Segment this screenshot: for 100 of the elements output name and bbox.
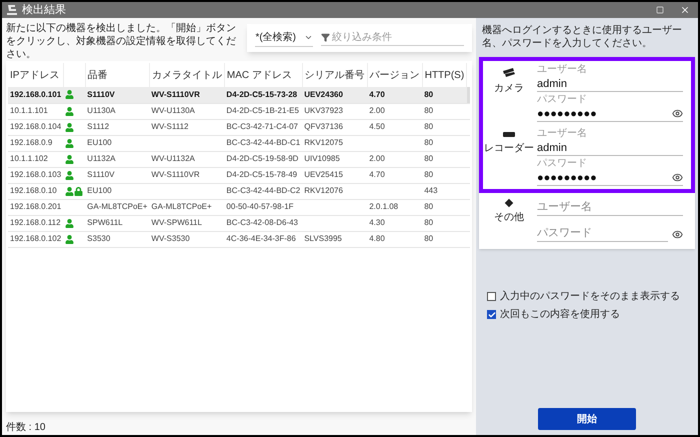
- table-cell: 192.168.0.10: [8, 183, 64, 199]
- field-label: ユーザー名: [537, 128, 588, 140]
- table-cell: GA-ML8TCPoE+: [149, 199, 224, 215]
- table-cell: WV-U1132A: [149, 151, 224, 167]
- table-row[interactable]: 192.168.0.9 EU100 BC-C3-42-44-BD-C1 RKV12075 80: [8, 135, 470, 151]
- table-cell: D4-2D-C5-1B-21-E5: [224, 103, 302, 119]
- table-cell: U1132A: [85, 151, 150, 167]
- option-label: 入力中のパスワードをそのまま表示する: [500, 290, 680, 304]
- table-cell: UKV37923: [302, 103, 368, 119]
- table-row[interactable]: 192.168.0.10 EU100 BC-C3-42-44-BD-C2 RKV12076 443: [8, 183, 470, 199]
- table-cell: 192.168.0.101: [8, 87, 64, 103]
- table-row[interactable]: 10.1.1.101 U1130A WV-U1130A D4-2D-C5-1B-21-E5 UKV37923 2.00 80: [8, 103, 470, 119]
- device-label: カメラ: [494, 82, 524, 96]
- field-label: ユーザー名: [537, 64, 588, 76]
- table-cell: BC-C3-42-44-BD-C2: [224, 183, 302, 199]
- device-label: レコーダー: [484, 142, 534, 156]
- table-row[interactable]: 192.168.0.102 S3530 WV-S3530 4C-36-4E-34-3F-86 SLVS3995 4.80 80: [8, 231, 470, 247]
- table-cell: 80: [422, 215, 467, 231]
- table-cell: 192.168.0.112: [8, 215, 64, 231]
- table-row[interactable]: 192.168.0.104 S1112 WV-S1112 BC-C3-42-71-C4-07 QFV37136 4.50 80: [8, 119, 470, 135]
- input-field[interactable]: ユーザー名: [537, 200, 683, 216]
- table-cell: 4C-36-4E-34-3F-86: [224, 231, 302, 247]
- input-field[interactable]: admin: [537, 140, 683, 156]
- table-row[interactable]: 192.168.0.201 GA-ML8TCPoE+ GA-ML8TCPoE+ 00-50-40-57-98-1F 2.0.1.08 80: [8, 199, 470, 215]
- table-cell: 2.00: [367, 103, 422, 119]
- table-cell: 10.1.1.101: [8, 103, 64, 119]
- start-button[interactable]: 開始: [538, 408, 636, 430]
- table-cell: WV-U1130A: [149, 103, 224, 119]
- table-cell: 192.168.0.104: [8, 119, 64, 135]
- table-cell: UEV25415: [302, 167, 368, 183]
- table-cell: EU100: [85, 183, 150, 199]
- filter-icon: [321, 33, 330, 42]
- table-cell: 80: [422, 231, 467, 247]
- eye-icon[interactable]: [672, 172, 683, 183]
- table-cell: 80: [422, 87, 467, 103]
- table-row[interactable]: 192.168.0.112 SPW611L WV-SPW611L BC-C3-42-08-D6-43 4.30 80: [8, 215, 470, 231]
- table-cell: WV-S1110VR: [149, 87, 224, 103]
- login-description: 機器へログインするときに使用するユーザー名、パスワードを入力してください。: [481, 24, 683, 50]
- description-text: 新たに以下の機器を検出しました。「開始」ボタンをクリックし、対象機器の設定情報を取得してください。: [6, 22, 237, 61]
- table-cell: UIV10985: [302, 151, 368, 167]
- table-cell: 80: [422, 167, 467, 183]
- app-icon: [6, 4, 18, 16]
- checkbox[interactable]: [487, 310, 496, 319]
- eye-icon[interactable]: [672, 108, 683, 119]
- table-cell: S1110V: [85, 87, 150, 103]
- checkbox[interactable]: [487, 292, 496, 301]
- table-cell: 4.80: [367, 231, 422, 247]
- table-cell: QFV37136: [302, 119, 368, 135]
- table-cell: WV-S1110VR: [149, 167, 224, 183]
- table-cell: S3530: [85, 231, 150, 247]
- option-label: 次回もこの内容を使用する: [500, 308, 620, 322]
- input-field[interactable]: admin: [537, 76, 683, 92]
- table-cell: 4.70: [367, 167, 422, 183]
- scope-dropdown[interactable]: *(全検索): [255, 30, 313, 46]
- table-cell: 80: [422, 103, 467, 119]
- table-cell: 192.168.0.9: [8, 135, 64, 151]
- table-cell: EU100: [85, 135, 150, 151]
- table-cell: U1130A: [85, 103, 150, 119]
- table-cell: WV-SPW611L: [149, 215, 224, 231]
- recorder-icon: [503, 132, 515, 137]
- table-cell: 2.00: [367, 151, 422, 167]
- camera-icon: [502, 68, 516, 77]
- table-cell: BC-C3-42-71-C4-07: [224, 119, 302, 135]
- password-field[interactable]: ●●●●●●●●●: [537, 106, 683, 122]
- close-icon[interactable]: [680, 5, 690, 15]
- table-cell: WV-S1112: [149, 119, 224, 135]
- window-title: 検出結果: [22, 2, 66, 18]
- table-cell: 4.70: [367, 87, 422, 103]
- table-cell: BC-C3-42-08-D6-43: [224, 215, 302, 231]
- table-cell: 80: [422, 135, 467, 151]
- table-cell: D4-2D-C5-19-58-9D: [224, 151, 302, 167]
- table-cell: UEV24360: [302, 87, 368, 103]
- table-row[interactable]: 192.168.0.103 S1110V WV-S1110VR D4-2D-C5-15-78-49 UEV25415 4.70 80: [8, 167, 470, 183]
- table-cell: SLVS3995: [302, 231, 368, 247]
- table-cell: 192.168.0.102: [8, 231, 64, 247]
- table-cell: 4.50: [367, 119, 422, 135]
- password-field[interactable]: ●●●●●●●●●: [537, 170, 683, 186]
- field-label: パスワード: [537, 158, 588, 170]
- table-cell: BC-C3-42-44-BD-C1: [224, 135, 302, 151]
- table-cell: 443: [422, 183, 467, 199]
- count-text: 件数 : 10: [6, 421, 46, 435]
- eye-icon[interactable]: [672, 228, 683, 240]
- table-cell: D4-2D-C5-15-78-49: [224, 167, 302, 183]
- table-cell: RKV12075: [302, 135, 368, 151]
- table-cell: 2.0.1.08: [367, 199, 422, 215]
- table-cell: 80: [422, 199, 467, 215]
- table-cell: SPW611L: [85, 215, 150, 231]
- table-row[interactable]: 10.1.1.102 U1132A WV-U1132A D4-2D-C5-19-58-9D UIV10985 2.00 80: [8, 151, 470, 167]
- table-cell: 80: [422, 151, 467, 167]
- password-field[interactable]: パスワード: [537, 226, 668, 242]
- table-cell: 192.168.0.201: [8, 199, 64, 215]
- table-row[interactable]: 192.168.0.101 S1110V WV-S1110VR D4-2D-C5-15-73-28 UEV24360 4.70 80: [8, 87, 470, 103]
- table-cell: S1112: [85, 119, 150, 135]
- table-cell: GA-ML8TCPoE+: [85, 199, 150, 215]
- maximize-icon[interactable]: [656, 6, 664, 14]
- table-cell: WV-S3530: [149, 231, 224, 247]
- device-label: その他: [494, 211, 524, 225]
- table-cell: S1110V: [85, 167, 150, 183]
- table-cell: 80: [422, 119, 467, 135]
- field-label: パスワード: [537, 94, 588, 106]
